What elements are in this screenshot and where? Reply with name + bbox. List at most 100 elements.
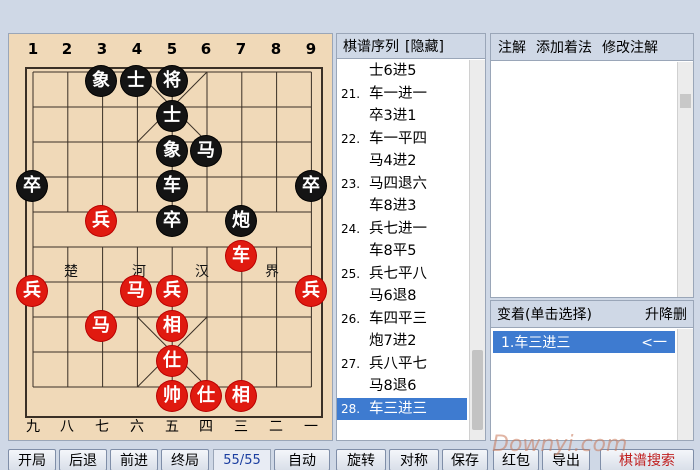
file-number-bottom: 四 bbox=[199, 419, 213, 435]
piece-red-elephant[interactable]: 相 bbox=[226, 381, 256, 411]
move-number: 25. bbox=[341, 266, 361, 281]
opening-button[interactable]: 开局 bbox=[8, 449, 56, 470]
piece-red-soldier[interactable]: 兵 bbox=[17, 276, 47, 306]
move-row[interactable]: 马8退6 bbox=[337, 375, 467, 398]
file-number-bottom: 九 bbox=[26, 419, 40, 435]
piece-black-soldier[interactable]: 卒 bbox=[157, 206, 187, 236]
file-number-top: 8 bbox=[270, 40, 282, 58]
piece-black-soldier[interactable]: 卒 bbox=[17, 171, 47, 201]
move-number: 23. bbox=[341, 176, 361, 191]
forward-button[interactable]: 前进 bbox=[110, 449, 158, 470]
piece-red-king[interactable]: 帅 bbox=[157, 381, 187, 411]
add-move-button[interactable]: 添加着法 bbox=[536, 37, 592, 57]
move-text: 车一进一 bbox=[369, 85, 427, 102]
end-button[interactable]: 终局 bbox=[161, 449, 209, 470]
move-text: 士6进5 bbox=[369, 63, 417, 79]
move-row[interactable]: 士6进5 bbox=[337, 60, 467, 83]
move-text: 车8平5 bbox=[369, 243, 417, 259]
move-text: 车8进3 bbox=[369, 198, 417, 214]
annotation-scrollbar[interactable] bbox=[677, 62, 693, 297]
mirror-button[interactable]: 对称 bbox=[389, 449, 439, 470]
piece-red-advisor[interactable]: 仕 bbox=[191, 381, 221, 411]
back-button[interactable]: 后退 bbox=[59, 449, 107, 470]
piece-black-advisor[interactable]: 士 bbox=[157, 101, 187, 131]
auto-play-button[interactable]: 自动 bbox=[274, 449, 330, 470]
file-number-top: 1 bbox=[27, 40, 39, 58]
variations-title: 变着(单击选择) bbox=[497, 307, 592, 323]
move-text: 马8退6 bbox=[369, 378, 417, 394]
reorder-delete-button[interactable]: 升降删 bbox=[645, 304, 687, 324]
file-number-bottom: 八 bbox=[60, 419, 74, 435]
move-row[interactable]: 车8进3 bbox=[337, 195, 467, 218]
piece-red-soldier[interactable]: 兵 bbox=[296, 276, 326, 306]
variation-label: 1.车三进三 bbox=[501, 335, 571, 351]
piece-red-advisor[interactable]: 仕 bbox=[157, 346, 187, 376]
variations-scrollbar[interactable] bbox=[677, 329, 693, 440]
piece-red-elephant[interactable]: 相 bbox=[157, 311, 187, 341]
move-row[interactable]: 23. 马四退六 bbox=[337, 173, 467, 196]
piece-black-elephant[interactable]: 象 bbox=[86, 66, 116, 96]
piece-red-soldier[interactable]: 兵 bbox=[86, 206, 116, 236]
move-row-selected[interactable]: 28. 车三进三 bbox=[337, 397, 467, 420]
piece-red-soldier[interactable]: 兵 bbox=[157, 276, 187, 306]
file-number-bottom: 七 bbox=[95, 419, 109, 435]
move-row[interactable]: 卒3进1 bbox=[337, 105, 467, 128]
file-number-top: 7 bbox=[235, 40, 247, 58]
move-row[interactable]: 22. 车一平四 bbox=[337, 128, 467, 151]
river-label-chu: 楚 bbox=[64, 264, 78, 280]
river-label-jie: 界 bbox=[265, 264, 279, 280]
move-row[interactable]: 24. 兵七进一 bbox=[337, 218, 467, 241]
move-list-header: 棋谱序列 [隐藏] bbox=[337, 34, 485, 59]
move-row[interactable]: 21. 车一进一 bbox=[337, 83, 467, 106]
rotate-button[interactable]: 旋转 bbox=[336, 449, 386, 470]
move-text: 卒3进1 bbox=[369, 108, 417, 124]
move-list-panel: 棋谱序列 [隐藏] 士6进5 21. 车一进一 卒3进1 22. 车一平四 马4进2… bbox=[336, 33, 486, 441]
piece-black-advisor[interactable]: 士 bbox=[121, 66, 151, 96]
move-list-scrollbar[interactable] bbox=[469, 60, 485, 440]
move-number: 21. bbox=[341, 86, 361, 101]
move-row[interactable]: 马6退8 bbox=[337, 285, 467, 308]
save-button[interactable]: 保存 bbox=[442, 449, 488, 470]
hide-move-list-button[interactable]: [隐藏] bbox=[405, 36, 444, 56]
variation-arrow-icon: <一 bbox=[641, 335, 667, 351]
move-number: 22. bbox=[341, 131, 361, 146]
file-number-top: 5 bbox=[166, 40, 178, 58]
move-row[interactable]: 26. 车四平三 bbox=[337, 308, 467, 331]
move-number: 26. bbox=[341, 311, 361, 326]
piece-red-horse[interactable]: 马 bbox=[86, 311, 116, 341]
move-list[interactable]: 士6进5 21. 车一进一 卒3进1 22. 车一平四 马4进2 23. 马四退六 车… bbox=[337, 60, 467, 440]
move-text: 马四退六 bbox=[369, 175, 427, 192]
file-number-bottom: 五 bbox=[165, 419, 179, 435]
file-number-top: 9 bbox=[305, 40, 317, 58]
move-row[interactable]: 27. 兵八平七 bbox=[337, 353, 467, 376]
move-text: 车三进三 bbox=[369, 400, 427, 417]
move-row[interactable]: 炮7进2 bbox=[337, 330, 467, 353]
move-row[interactable]: 马4进2 bbox=[337, 150, 467, 173]
move-row[interactable]: 车8平5 bbox=[337, 240, 467, 263]
piece-red-horse[interactable]: 马 bbox=[121, 276, 151, 306]
move-text: 车四平三 bbox=[369, 310, 427, 327]
piece-black-cannon[interactable]: 炮 bbox=[226, 206, 256, 236]
move-list-scroll-thumb[interactable] bbox=[472, 350, 483, 430]
file-number-bottom: 二 bbox=[269, 419, 283, 435]
piece-black-chariot[interactable]: 车 bbox=[157, 171, 187, 201]
variation-item-selected[interactable]: 1.车三进三 <一 bbox=[493, 331, 675, 353]
move-text: 车一平四 bbox=[369, 130, 427, 147]
move-row[interactable]: 25. 兵七平八 bbox=[337, 263, 467, 286]
annotation-scroll-thumb[interactable] bbox=[680, 94, 691, 108]
file-number-bottom: 六 bbox=[130, 419, 144, 435]
chess-board-panel[interactable]: 1 2 3 4 5 6 7 8 9 九 八 七 六 五 四 三 二 一 楚 河 … bbox=[8, 33, 333, 441]
piece-black-horse[interactable]: 马 bbox=[191, 136, 221, 166]
file-number-bottom: 三 bbox=[234, 419, 248, 435]
annotation-text-area[interactable] bbox=[491, 62, 677, 297]
piece-black-elephant[interactable]: 象 bbox=[157, 136, 187, 166]
xiangqi-app: 1 2 3 4 5 6 7 8 9 九 八 七 六 五 四 三 二 一 楚 河 … bbox=[0, 0, 700, 470]
piece-black-general[interactable]: 将 bbox=[157, 66, 187, 96]
move-text: 马6退8 bbox=[369, 288, 417, 304]
comment-tab[interactable]: 注解 bbox=[498, 37, 526, 57]
piece-black-soldier[interactable]: 卒 bbox=[296, 171, 326, 201]
edit-comment-button[interactable]: 修改注解 bbox=[602, 37, 658, 57]
move-text: 兵八平七 bbox=[369, 355, 427, 372]
site-watermark: Downyi.com bbox=[492, 432, 628, 457]
piece-red-chariot[interactable]: 车 bbox=[226, 241, 256, 271]
